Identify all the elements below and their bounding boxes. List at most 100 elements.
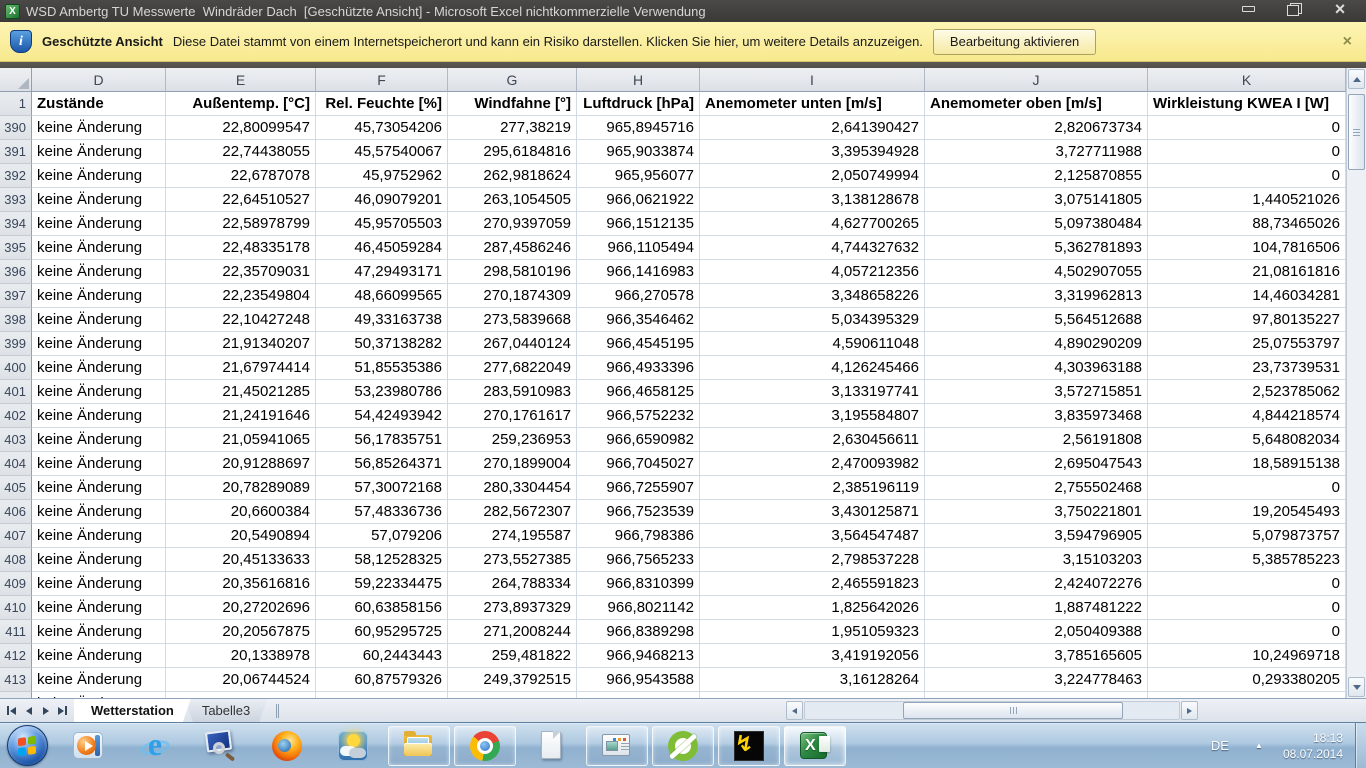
cell[interactable]: 966,0621922 (577, 188, 700, 212)
cell[interactable]: 3,319962813 (925, 284, 1148, 308)
cell[interactable]: 966,798386 (577, 524, 700, 548)
row-number[interactable]: 398 (0, 308, 32, 332)
cell[interactable]: 3,224778463 (925, 668, 1148, 692)
cell[interactable]: 2,470093982 (700, 452, 925, 476)
cell[interactable]: 22,10427248 (166, 308, 316, 332)
protected-view-message[interactable]: Diese Datei stammt von einem Internetspe… (173, 34, 923, 49)
cell[interactable]: 271,2008244 (448, 620, 577, 644)
cell[interactable]: 60,2443443 (316, 644, 448, 668)
row-number[interactable]: 406 (0, 500, 32, 524)
cell[interactable]: keine Änderung (32, 260, 166, 284)
cell[interactable]: 5,385785223 (1148, 548, 1346, 572)
previous-sheet-button[interactable] (21, 702, 36, 720)
cell[interactable]: 22,74438055 (166, 140, 316, 164)
cell[interactable]: 22,80099547 (166, 116, 316, 140)
cell[interactable]: 2,755502468 (925, 476, 1148, 500)
cell[interactable]: 21,67974414 (166, 356, 316, 380)
cell[interactable]: 280,3304454 (448, 476, 577, 500)
cell[interactable]: 3,348658226 (700, 284, 925, 308)
cell[interactable]: 3,395394928 (700, 140, 925, 164)
row-number[interactable]: 402 (0, 404, 32, 428)
cell[interactable]: keine Änderung (32, 668, 166, 692)
vertical-scrollbar[interactable] (1346, 68, 1366, 698)
cell[interactable]: 10,24969718 (1148, 644, 1346, 668)
cell[interactable]: 0 (1148, 620, 1346, 644)
row-number[interactable]: 411 (0, 620, 32, 644)
row-number[interactable]: 395 (0, 236, 32, 260)
cell[interactable]: keine Änderung (32, 284, 166, 308)
cell[interactable]: 966,5752232 (577, 404, 700, 428)
cell[interactable]: keine Änderung (32, 188, 166, 212)
cell[interactable]: 20,5490894 (166, 524, 316, 548)
cell[interactable]: 1,951059323 (700, 620, 925, 644)
scroll-left-button[interactable] (786, 701, 803, 720)
cell[interactable]: 966,1105494 (577, 236, 700, 260)
taskbar-button-app-window[interactable] (586, 726, 648, 766)
column-header-i[interactable]: I (700, 68, 925, 92)
cell[interactable]: 259,236953 (448, 428, 577, 452)
minimize-button[interactable] (1234, 1, 1262, 17)
row-number[interactable]: 390 (0, 116, 32, 140)
cell[interactable]: 3,419192056 (700, 644, 925, 668)
row-number[interactable]: 391 (0, 140, 32, 164)
row-number[interactable]: 405 (0, 476, 32, 500)
cell[interactable]: 3,594796905 (925, 524, 1148, 548)
cell[interactable]: 21,08161816 (1148, 260, 1346, 284)
cell[interactable]: 5,564512688 (925, 308, 1148, 332)
row-number[interactable]: 404 (0, 452, 32, 476)
taskbar-button-signal-arrow[interactable]: ↯ (718, 726, 780, 766)
cell[interactable]: 57,079206 (316, 524, 448, 548)
cell[interactable]: keine Änderung (32, 164, 166, 188)
cell[interactable]: 4,890290209 (925, 332, 1148, 356)
cell[interactable]: 0 (1148, 164, 1346, 188)
cell[interactable]: 53,23980786 (316, 380, 448, 404)
cell[interactable]: 966,1512135 (577, 212, 700, 236)
cell[interactable]: 966,3546462 (577, 308, 700, 332)
show-hidden-icons-button[interactable] (1249, 737, 1269, 755)
cell[interactable]: 88,73465026 (1148, 212, 1346, 236)
row-number[interactable]: 1 (0, 92, 32, 116)
cell[interactable]: 22,23549804 (166, 284, 316, 308)
taskbar-button-green-ring[interactable] (652, 726, 714, 766)
column-header-k[interactable]: K (1148, 68, 1346, 92)
cell[interactable]: 56,17835751 (316, 428, 448, 452)
cell[interactable]: 20,20567875 (166, 620, 316, 644)
cell[interactable]: 3,572715851 (925, 380, 1148, 404)
cell[interactable]: 3,133197741 (700, 380, 925, 404)
cell[interactable]: 4,502907055 (925, 260, 1148, 284)
cell[interactable]: keine Änderung (32, 116, 166, 140)
cell[interactable]: 966,7255907 (577, 476, 700, 500)
row-number[interactable]: 407 (0, 524, 32, 548)
cell[interactable]: 0 (1148, 572, 1346, 596)
column-title-cell[interactable]: Anemometer oben [m/s] (925, 92, 1148, 116)
cell[interactable]: 21,91340207 (166, 332, 316, 356)
row-number[interactable]: 394 (0, 212, 32, 236)
cell[interactable]: 966,6590982 (577, 428, 700, 452)
cell[interactable]: 20,45133633 (166, 548, 316, 572)
cell[interactable]: 22,35709031 (166, 260, 316, 284)
cell[interactable]: 2,820673734 (925, 116, 1148, 140)
select-all-corner[interactable] (0, 68, 32, 92)
cell[interactable]: 4,627700265 (700, 212, 925, 236)
cell[interactable]: 4,844218574 (1148, 404, 1346, 428)
cell[interactable]: keine Änderung (32, 548, 166, 572)
cell[interactable]: keine Änderung (32, 452, 166, 476)
cell[interactable]: 60,87579326 (316, 668, 448, 692)
cell[interactable]: 3,15103203 (925, 548, 1148, 572)
cell[interactable]: 270,9397059 (448, 212, 577, 236)
row-number[interactable]: 400 (0, 356, 32, 380)
cell[interactable]: keine Änderung (32, 596, 166, 620)
cell[interactable]: 295,6184816 (448, 140, 577, 164)
cell[interactable]: 3,750221801 (925, 500, 1148, 524)
column-header-d[interactable]: D (32, 68, 166, 92)
cell[interactable]: 57,30072168 (316, 476, 448, 500)
column-title-cell[interactable]: Windfahne [°] (448, 92, 577, 116)
taskbar-button-chrome[interactable] (454, 726, 516, 766)
cell[interactable]: 273,8937329 (448, 596, 577, 620)
cell[interactable]: 51,85535386 (316, 356, 448, 380)
cell[interactable]: keine Änderung (32, 140, 166, 164)
cell[interactable]: keine Änderung (32, 404, 166, 428)
cell[interactable]: 60,63858156 (316, 596, 448, 620)
cell[interactable]: 22,6787078 (166, 164, 316, 188)
cell[interactable]: 23,73739531 (1148, 356, 1346, 380)
